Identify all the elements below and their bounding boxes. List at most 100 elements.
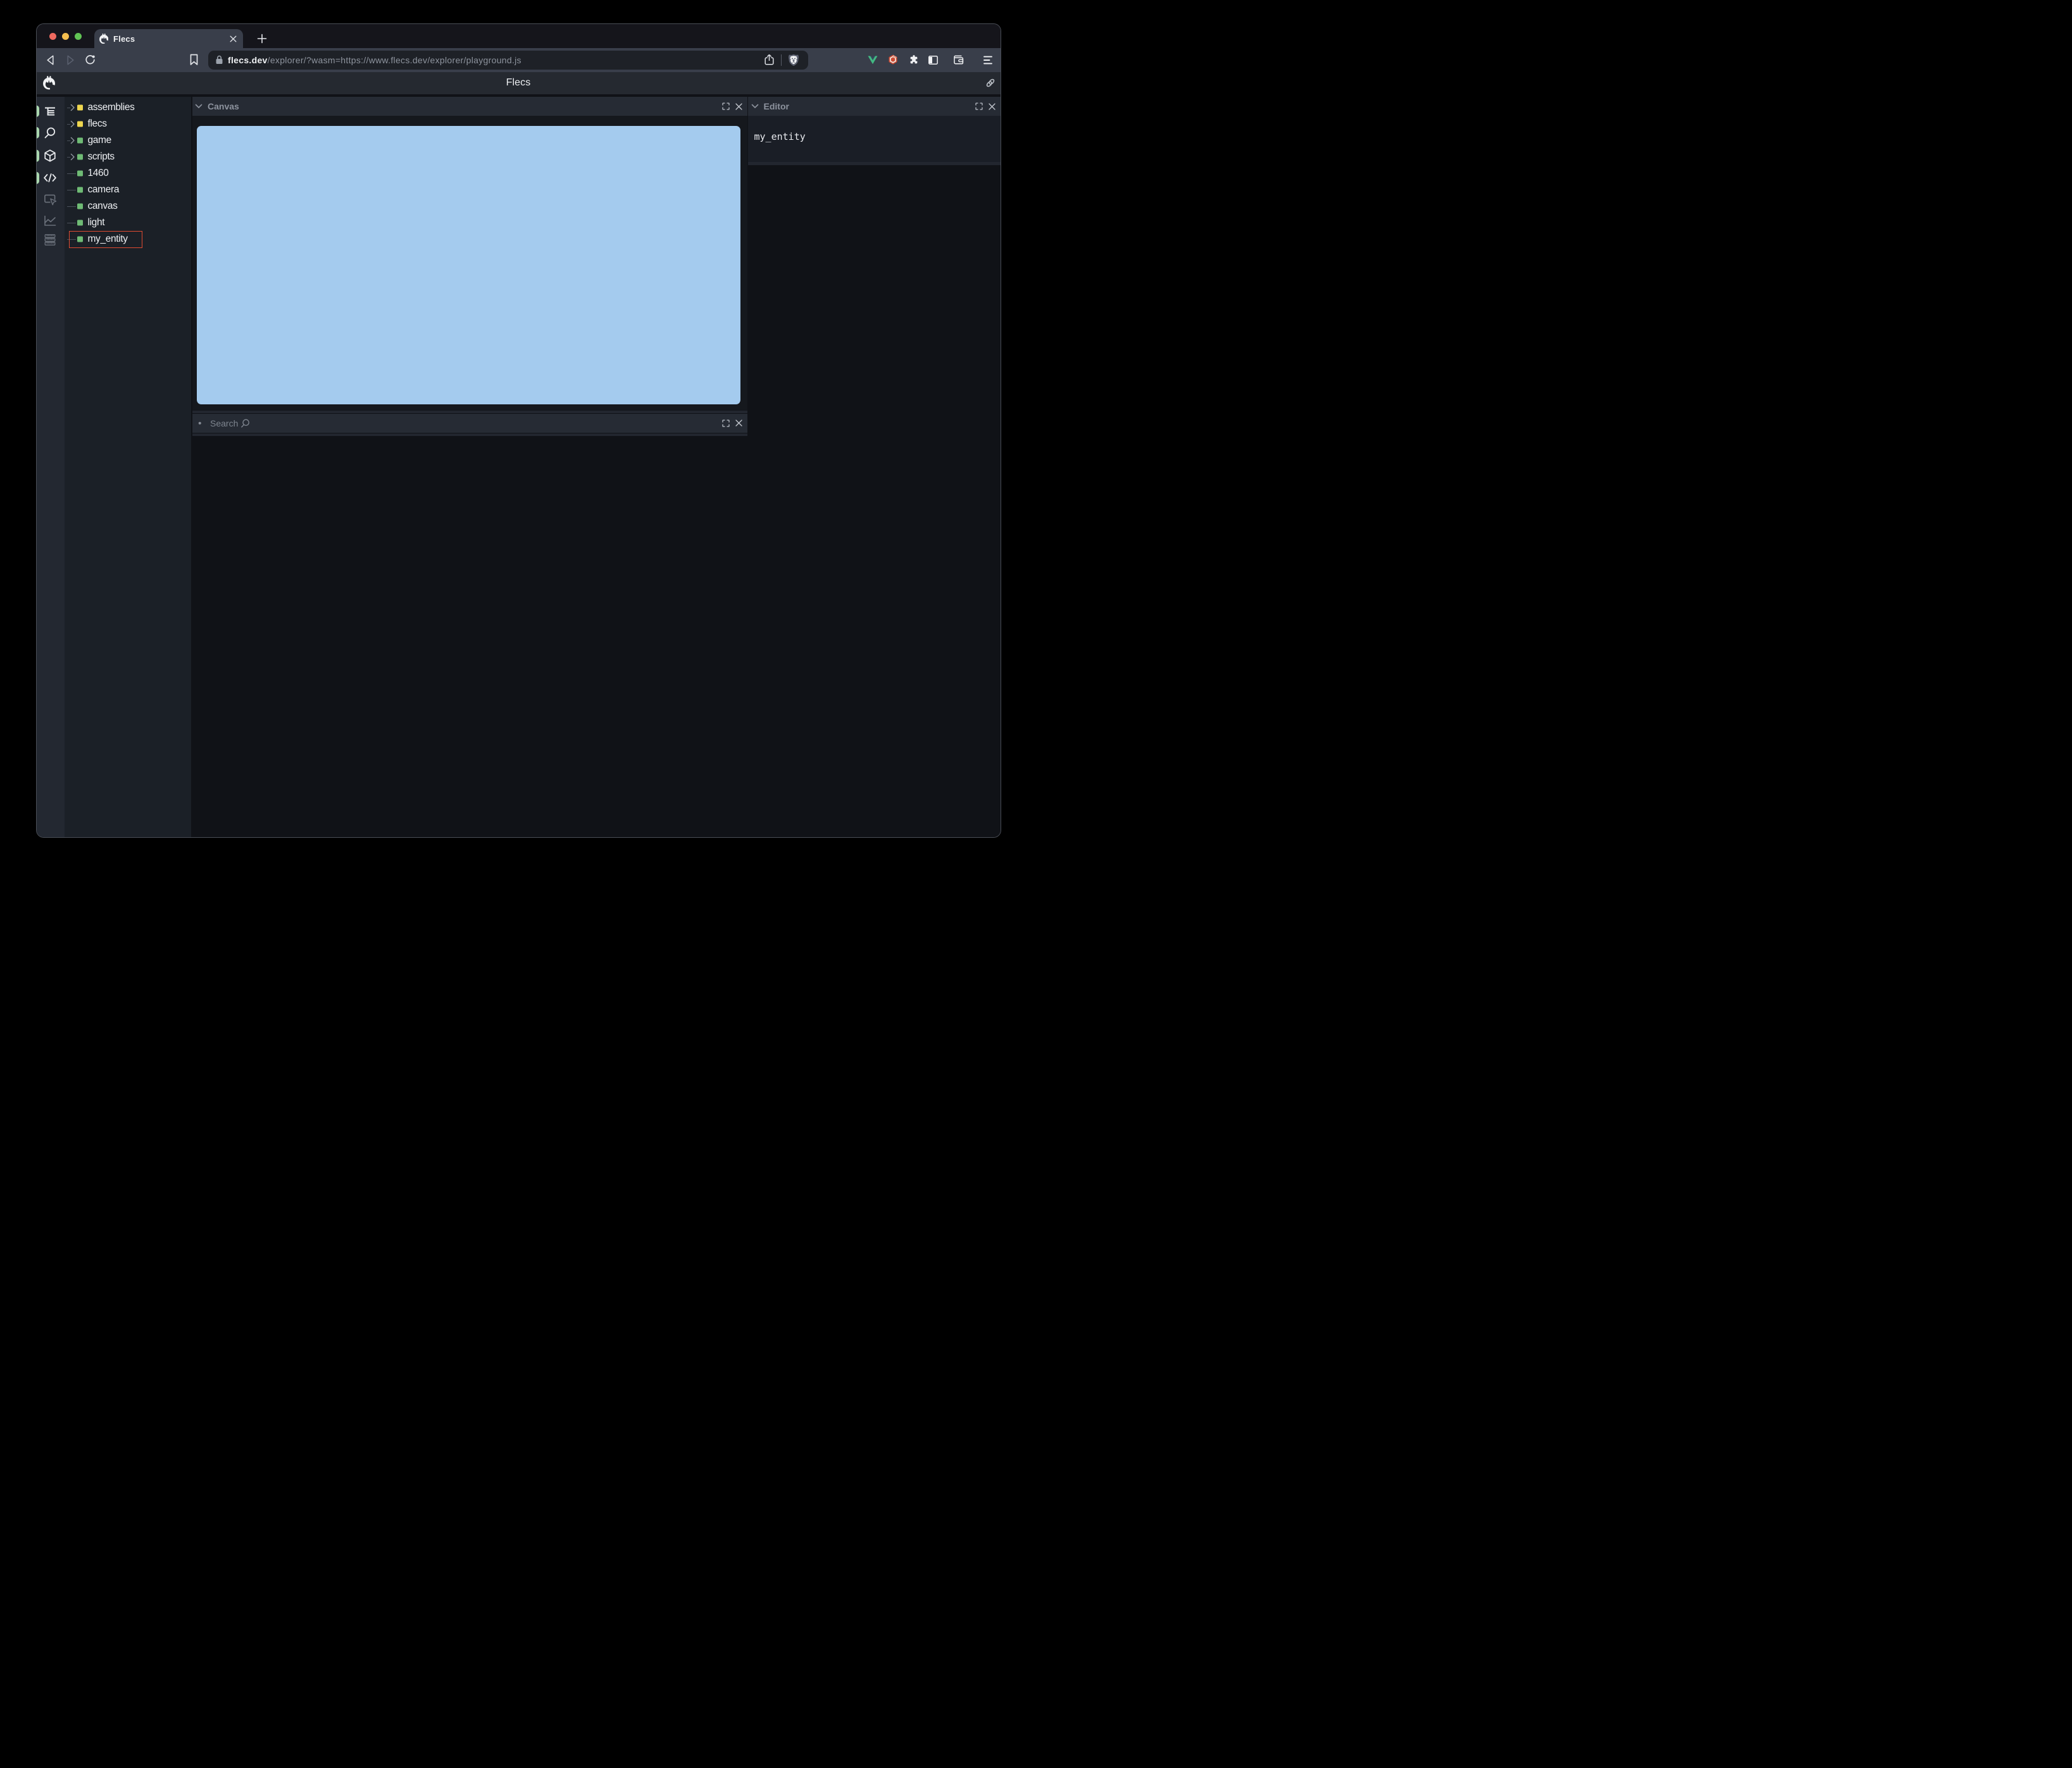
extensions-button[interactable] — [906, 53, 921, 68]
extension-hexagon-icon — [889, 54, 897, 65]
commands-icon — [44, 234, 56, 246]
browser-tab[interactable]: Flecs — [94, 29, 243, 48]
fullscreen-icon[interactable] — [975, 103, 983, 110]
collapsed-dot-icon[interactable] — [198, 421, 201, 425]
chevron-down-icon[interactable] — [195, 104, 203, 109]
flecs-logo[interactable] — [43, 76, 55, 90]
editor-content: my_entity — [754, 131, 806, 142]
forward-button[interactable] — [63, 53, 78, 68]
tree-item-label: scripts — [87, 151, 115, 162]
canvas-panel-header[interactable]: Canvas — [192, 97, 747, 116]
entity-kind-icon — [77, 220, 83, 226]
close-icon — [230, 35, 236, 42]
sidebar-button-tree[interactable] — [36, 102, 65, 121]
tree-icon — [45, 107, 55, 115]
tree-item-game[interactable]: game — [65, 132, 191, 149]
tree-item-scripts[interactable]: scripts — [65, 149, 191, 165]
entity-kind-icon — [77, 187, 83, 193]
active-panel-indicator — [36, 171, 39, 184]
sidebar-toggle-button[interactable] — [926, 53, 941, 68]
tree-item-flecs[interactable]: flecs — [65, 116, 191, 132]
editor-panel-body[interactable]: my_entity — [748, 116, 1001, 162]
forward-arrow-icon — [66, 55, 74, 65]
new-tab-button[interactable] — [253, 28, 272, 48]
close-window-button[interactable] — [49, 32, 56, 40]
permalink-icon[interactable] — [985, 78, 995, 88]
tree-item-light[interactable]: light — [65, 215, 191, 231]
chevron-down-icon[interactable] — [751, 104, 758, 109]
close-icon[interactable] — [988, 103, 995, 110]
tree-item-assemblies[interactable]: assemblies — [65, 99, 191, 116]
entity-kind-icon — [77, 154, 83, 160]
url-domain: flecs.dev — [228, 54, 268, 65]
sidebar-button-editor[interactable] — [36, 168, 65, 187]
active-panel-indicator — [36, 105, 39, 117]
back-button[interactable] — [43, 53, 58, 68]
bookmark-button[interactable] — [187, 53, 202, 68]
entity-kind-icon — [77, 137, 83, 144]
reload-button[interactable] — [83, 53, 98, 68]
entity-tree-panel: assemblies flecs game scripts 1460 camera canv… — [65, 97, 191, 837]
vue-devtools-icon — [868, 56, 877, 64]
fullscreen-icon[interactable] — [721, 103, 730, 110]
wallet-button[interactable] — [951, 53, 966, 68]
bookmark-icon — [190, 54, 198, 66]
tree-item-1460[interactable]: 1460 — [65, 165, 191, 182]
stats-icon — [44, 215, 56, 226]
browser-window: Flecs flecs.dev/explorer/?wasm=https://w… — [36, 24, 1001, 837]
sidebar-button-entities[interactable] — [36, 146, 65, 165]
resize-handle[interactable] — [748, 162, 1001, 165]
canvas-surface[interactable] — [197, 126, 740, 404]
extension-hexagon-button[interactable] — [885, 53, 901, 68]
panel-header-actions — [721, 103, 742, 110]
canvas-panel-body — [192, 116, 747, 411]
tree-item-my_entity[interactable]: my_entity — [65, 230, 191, 248]
expand-chevron-icon[interactable] — [70, 153, 75, 161]
entity-kind-icon — [77, 203, 83, 209]
tree-item-camera[interactable]: camera — [65, 182, 191, 198]
sidebar-icon-rail — [36, 97, 65, 837]
tree-item-label: flecs — [87, 118, 107, 129]
active-panel-indicator — [36, 127, 39, 139]
wallet-icon — [954, 55, 964, 65]
vue-devtools-button[interactable] — [865, 53, 880, 68]
expand-chevron-icon[interactable] — [70, 104, 75, 111]
sidebar-button-search[interactable] — [36, 123, 65, 142]
url-path: /explorer/?wasm=https://www.flecs.dev/ex… — [267, 54, 521, 65]
search-icon — [44, 127, 56, 138]
zoom-window-button[interactable] — [75, 32, 82, 40]
expand-chevron-icon[interactable] — [70, 120, 75, 128]
editor-icon — [44, 173, 56, 182]
reload-icon — [85, 55, 95, 65]
navigation-toolbar: flecs.dev/explorer/?wasm=https://www.fle… — [36, 48, 1001, 72]
share-icon[interactable] — [764, 54, 775, 66]
expand-chevron-icon[interactable] — [70, 137, 75, 144]
brave-shield-icon[interactable] — [788, 54, 799, 66]
panel-header-actions — [721, 420, 742, 427]
close-icon[interactable] — [735, 103, 742, 110]
menu-button[interactable] — [980, 53, 995, 68]
address-bar[interactable]: flecs.dev/explorer/?wasm=https://www.fle… — [208, 51, 808, 70]
fullscreen-icon[interactable] — [721, 420, 730, 427]
tree-guide-line — [66, 206, 76, 207]
active-panel-indicator — [36, 149, 39, 162]
tree-item-label: game — [87, 135, 112, 146]
canvas-panel-title: Canvas — [208, 101, 239, 111]
sidebar-button-inspector[interactable] — [37, 190, 65, 209]
entities-icon — [44, 149, 56, 162]
resize-handle[interactable] — [192, 433, 747, 436]
entity-kind-icon — [77, 104, 83, 111]
close-icon[interactable] — [735, 420, 742, 426]
sidebar-button-stats[interactable] — [37, 211, 65, 230]
editor-panel-header[interactable]: Editor — [748, 97, 1001, 116]
minimize-window-button[interactable] — [61, 32, 69, 40]
tree-item-label: canvas — [87, 201, 118, 211]
sidebar-button-commands[interactable] — [37, 230, 65, 249]
tree-item-canvas[interactable]: canvas — [65, 198, 191, 215]
search-panel-header[interactable]: Search — [192, 414, 747, 433]
tab-close-button[interactable] — [228, 34, 238, 44]
panel-header-actions — [975, 103, 995, 110]
entity-kind-icon — [77, 121, 83, 127]
tree-item-label: assemblies — [87, 102, 135, 113]
inspector-icon — [44, 194, 56, 206]
